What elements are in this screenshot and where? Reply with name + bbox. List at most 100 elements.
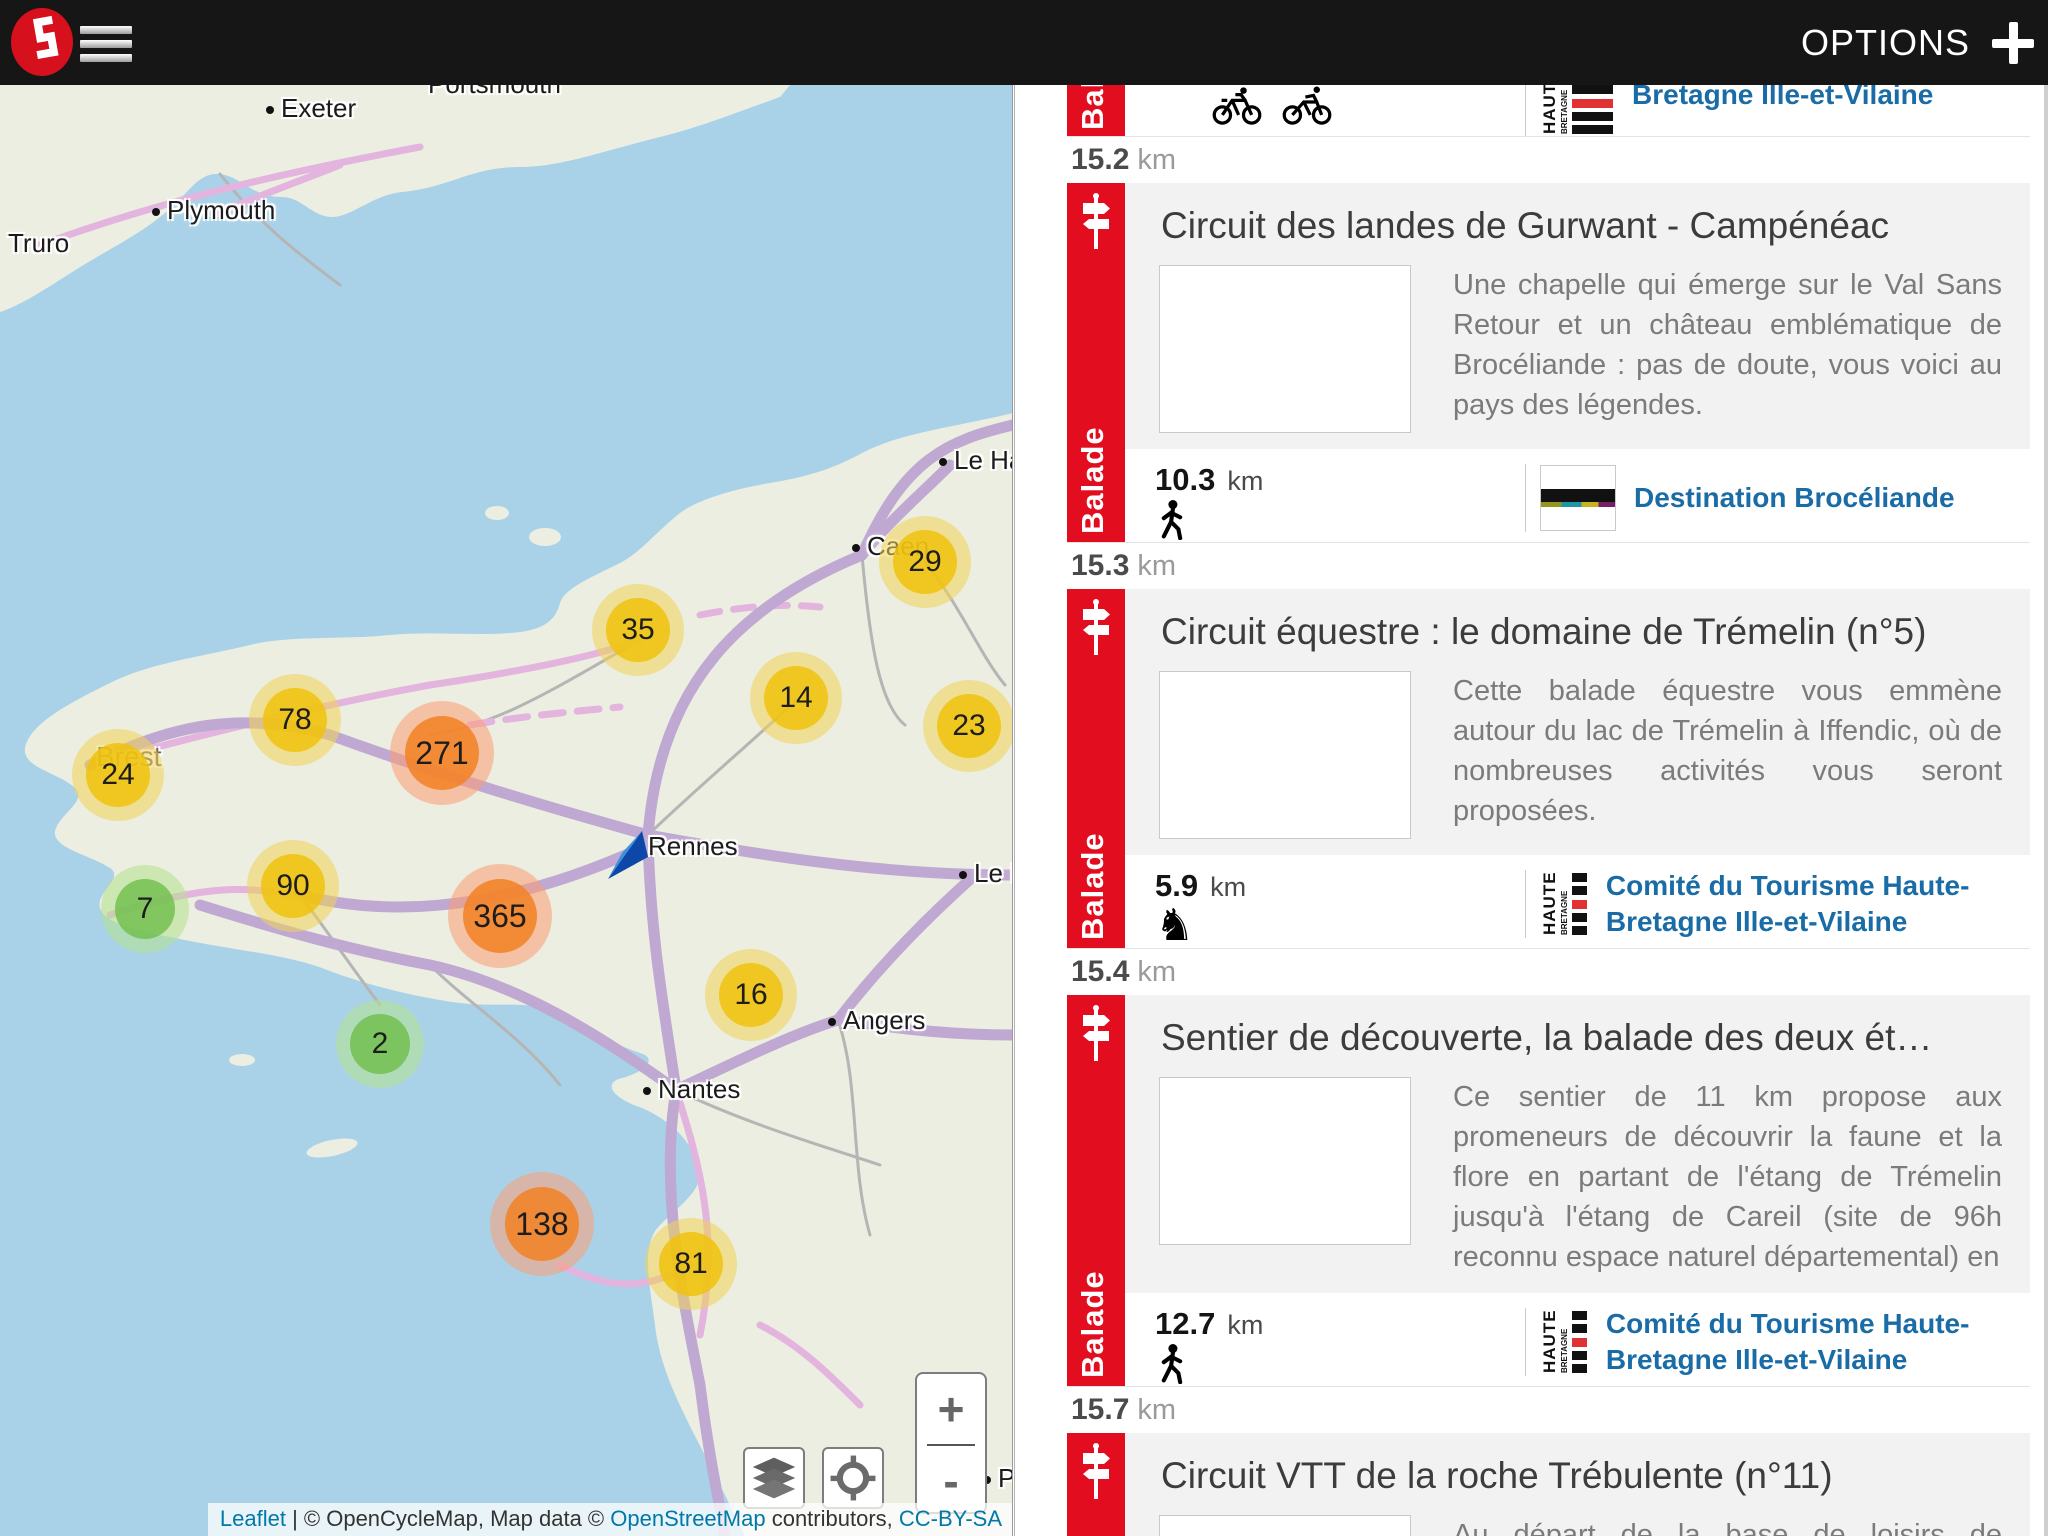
leaflet-link[interactable]: Leaflet [220, 1506, 286, 1531]
cluster-marker[interactable]: 23 [923, 680, 1012, 772]
haute-logo-text: HAUTE [1540, 1309, 1559, 1374]
bretagne-logo-text: BRETAGNE [1560, 89, 1569, 134]
cluster-marker[interactable]: 7 [101, 865, 189, 953]
category-label: Balade [1075, 832, 1110, 940]
city-label: Portsmouth [428, 85, 561, 100]
distance-value: 15.7 [1071, 1393, 1130, 1427]
city-dot [939, 458, 947, 466]
city-label: Exeter [266, 93, 356, 124]
destination-broceliande-logo [1540, 465, 1616, 531]
publisher-link[interactable]: Bretagne Ille-et-Vilaine [1632, 85, 1933, 113]
circuit-title: Circuit VTT de la roche Trébulente (n°11… [1161, 1455, 1833, 1497]
cluster-marker[interactable]: 271 [390, 701, 494, 805]
cluster-marker[interactable]: 81 [645, 1218, 737, 1310]
circuit-title: Circuit des landes de Gurwant - Campénéa… [1161, 205, 1890, 246]
city-label: Plymouth [152, 195, 275, 226]
map-canvas[interactable]: + - Leaflet | © OpenCycleMap, Map data ©… [0, 85, 1013, 1536]
walking-icon [1161, 1344, 1183, 1385]
zoom-in-button[interactable]: + [917, 1374, 985, 1444]
list-item-circuit-gurwant[interactable]: Balade Circuit des landes de Gurwant - C… [1067, 183, 2030, 543]
circuit-photo [1159, 671, 1411, 839]
cluster-marker[interactable]: 16 [705, 949, 797, 1041]
haute-logo-text: HAUTE [1540, 85, 1559, 134]
city-label: Truro [8, 228, 70, 258]
results-panel: Balade HAUTE [1014, 85, 2048, 1536]
category-banner: Balade [1067, 85, 1125, 136]
list-item-partial[interactable]: Balade HAUTE [1067, 85, 2030, 137]
distance-unit: km [1137, 956, 1177, 988]
publisher-link[interactable]: Comité du Tourisme Haute-Bretagne Ille-e… [1606, 1306, 2030, 1379]
cluster-count: 78 [263, 688, 327, 752]
cluster-marker[interactable]: 2 [336, 1000, 424, 1088]
cluster-marker[interactable]: 365 [448, 864, 552, 968]
signpost-icon [1078, 1003, 1114, 1070]
publisher-link[interactable]: Comité du Tourisme Haute-Bretagne Ille-e… [1606, 868, 2030, 941]
haute-bretagne-logo: HAUTE BRETAGNE [1540, 1309, 1588, 1375]
layers-icon [752, 1457, 796, 1499]
attribution-contributors: contributors, [771, 1506, 893, 1531]
cluster-count: 90 [261, 854, 325, 918]
distance-unit: km [1137, 144, 1177, 176]
publisher-link[interactable]: Destination Brocéliande [1634, 480, 1955, 516]
circuit-footer: 12.7 km HAUTE BRETAGNE Comité du Tourisme… [1125, 1298, 2030, 1387]
city-dot [152, 208, 160, 216]
locate-button[interactable] [822, 1447, 884, 1509]
city-dot [852, 544, 860, 552]
osm-link[interactable]: OpenStreetMap [610, 1506, 765, 1531]
hamburger-menu-icon[interactable] [80, 26, 132, 68]
app-logo-icon[interactable] [10, 7, 74, 82]
map-attribution: Leaflet | © OpenCycleMap, Map data © Ope… [207, 1503, 1012, 1536]
distance-unit: km [1137, 1394, 1177, 1427]
signpost-icon [1078, 191, 1114, 258]
distance-value: 15.3 [1071, 549, 1130, 582]
cluster-marker[interactable]: 78 [249, 674, 341, 766]
circuit-title: Circuit équestre : le domaine de Trémeli… [1161, 611, 1927, 652]
add-icon[interactable] [1992, 21, 2034, 64]
circuit-description: Ce sentier de 11 km propose aux promeneu… [1453, 1081, 2002, 1274]
city-label: Le Hav [939, 445, 1012, 476]
city-dot [643, 1087, 651, 1095]
list-item-circuit-vtt[interactable]: Balade Circuit VTT de la roche Trébulent… [1067, 1433, 2030, 1536]
cluster-marker[interactable]: 90 [247, 840, 339, 932]
cluster-count: 138 [505, 1187, 579, 1261]
options-button[interactable]: OPTIONS [1801, 22, 1970, 64]
cluster-marker[interactable]: 29 [879, 516, 971, 608]
category-banner: Balade [1067, 1433, 1125, 1536]
license-link[interactable]: CC-BY-SA [899, 1506, 1002, 1531]
cluster-marker[interactable]: 14 [750, 652, 842, 744]
haute-bretagne-logo: HAUTE BRETAGNE [1540, 871, 1588, 936]
mountain-bike-icon [1282, 86, 1332, 125]
cluster-count: 271 [405, 716, 479, 790]
length-value: 5.9 [1155, 868, 1199, 903]
distance-separator: 15.7 km [1071, 1390, 2048, 1430]
length-unit: km [1210, 872, 1247, 902]
circuit-photo [1159, 265, 1411, 433]
user-location-arrow-icon [598, 825, 654, 888]
distance-separator: 15.4 km [1071, 952, 2048, 992]
cluster-count: 81 [659, 1232, 723, 1296]
layers-button[interactable] [743, 1447, 805, 1509]
cluster-marker[interactable]: 138 [490, 1172, 594, 1276]
top-bar: OPTIONS [0, 0, 2048, 85]
city-label: Angers [828, 1005, 925, 1036]
list-item-circuit-equestre[interactable]: Balade Circuit équestre : le domaine de … [1067, 589, 2030, 949]
crosshair-icon [830, 1455, 876, 1501]
cluster-marker[interactable]: 24 [72, 729, 164, 821]
cluster-count: 23 [937, 694, 1001, 758]
distance-unit: km [1137, 550, 1177, 582]
length-value: 12.7 [1155, 1306, 1216, 1342]
circuit-description: Au départ de la base de loisirs de Tréme… [1453, 1519, 2002, 1536]
cluster-count: 35 [606, 598, 670, 662]
city-dot [959, 871, 967, 879]
length-unit: km [1227, 1310, 1264, 1341]
cluster-marker[interactable]: 35 [592, 584, 684, 676]
horse-riding-icon: ♞ [1155, 901, 1195, 950]
city-label: Le M [959, 858, 1012, 889]
list-item-sentier-decouverte[interactable]: Balade Sentier de découverte, la balade … [1067, 995, 2030, 1388]
circuit-photo [1159, 1515, 1411, 1536]
circuit-footer: 5.9 km ♞ HAUTE BRETAGNE Comité du Tourism… [1125, 860, 2030, 948]
length-unit: km [1227, 466, 1264, 496]
distance-separator: 15.3 km [1071, 546, 2048, 586]
city-label: Po [983, 1463, 1012, 1494]
category-banner: Balade [1067, 995, 1125, 1387]
